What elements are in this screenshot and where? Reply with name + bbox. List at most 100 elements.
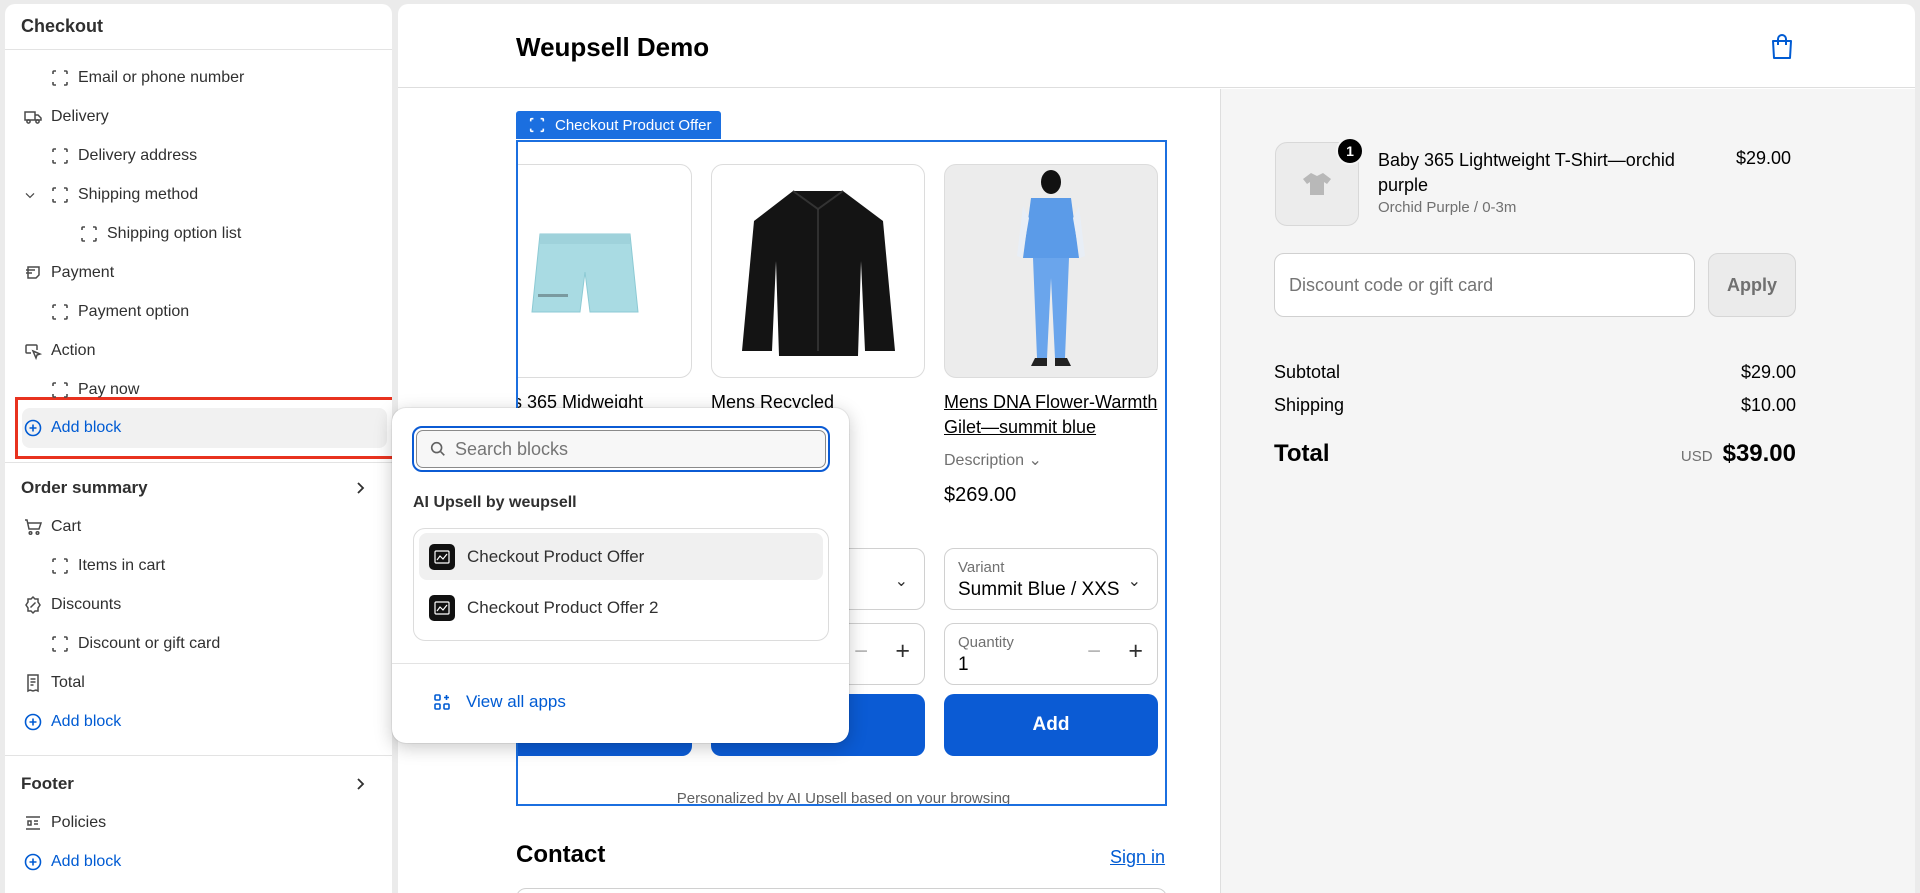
search-field[interactable]: [412, 426, 830, 472]
cart-item-variant: Orchid Purple / 0-3m: [1378, 199, 1517, 216]
plus-circle-icon: [23, 852, 43, 872]
shipping-row: Shipping $10.00: [1274, 395, 1796, 416]
payment-icon: [23, 263, 43, 283]
cart-item-price: $29.00: [1736, 148, 1792, 168]
shorts-image: [531, 233, 639, 313]
description-label: Description: [944, 452, 1025, 469]
footer-section[interactable]: Footer: [5, 766, 392, 802]
discount-code-input[interactable]: [1274, 253, 1695, 317]
option-label: Checkout Product Offer: [467, 546, 645, 566]
block-icon: [50, 68, 70, 88]
add-block-label: Add block: [51, 713, 122, 730]
sign-in-link[interactable]: Sign in: [1110, 847, 1165, 868]
personalized-prefix: Personalized by: [676, 790, 784, 806]
ai-upsell-link[interactable]: AI Upsell: [787, 790, 847, 804]
section-title: Footer: [21, 774, 74, 793]
chevron-down-icon: ⌄: [1127, 573, 1141, 590]
sidebar-item-label: Shipping method: [78, 186, 199, 203]
sidebar-item-delivery-address[interactable]: Delivery address: [5, 138, 392, 174]
cursor-click-icon: [23, 341, 43, 361]
sidebar-item-label: Total: [51, 674, 85, 691]
variant-value: Summit Blue / XXS: [958, 579, 1120, 600]
product-image-shorts[interactable]: [518, 164, 692, 378]
sidebar-item-items-in-cart[interactable]: Items in cart: [5, 548, 392, 584]
add-button[interactable]: Add: [944, 694, 1158, 756]
product-name[interactable]: Mens DNA Flower-Warmth Gilet—summit blue: [944, 390, 1158, 440]
view-all-apps-label: View all apps: [466, 692, 566, 711]
receipt-icon: [23, 673, 43, 693]
contact-input[interactable]: [516, 888, 1167, 893]
sidebar-item-pay-now[interactable]: Pay now: [5, 372, 392, 408]
apply-button[interactable]: Apply: [1708, 253, 1796, 317]
chevron-right-icon: [350, 478, 370, 498]
product-card[interactable]: Mens Recycled p: [711, 164, 925, 440]
divider: [5, 462, 392, 463]
product-image-jacket[interactable]: [711, 164, 925, 378]
sidebar-title: Checkout: [5, 4, 392, 50]
minus-icon[interactable]: −: [1087, 638, 1101, 666]
sidebar-item-action[interactable]: Action: [5, 333, 392, 369]
add-block-button[interactable]: Add block: [5, 410, 392, 446]
sidebar-item-label: Pay now: [78, 381, 140, 398]
variant-select[interactable]: Variant Summit Blue / XXS ⌄: [944, 548, 1158, 610]
sidebar-item-discounts[interactable]: Discounts: [5, 587, 392, 623]
block-icon: [50, 634, 70, 654]
search-blocks-input[interactable]: [455, 438, 795, 460]
quantity-value[interactable]: 1: [958, 654, 969, 676]
gilet-model-image: [1017, 170, 1085, 366]
app-block-list: Checkout Product Offer Checkout Product …: [413, 528, 829, 641]
minus-icon[interactable]: −: [854, 638, 868, 666]
block-option-checkout-product-offer-2[interactable]: Checkout Product Offer 2: [419, 584, 823, 631]
personalized-note: Personalized by AI Upsell based on your …: [518, 790, 1165, 806]
plus-icon[interactable]: +: [895, 637, 910, 666]
personalized-suffix: based on your browsing: [851, 790, 1011, 806]
sidebar-item-delivery[interactable]: Delivery: [5, 99, 392, 135]
block-option-checkout-product-offer[interactable]: Checkout Product Offer: [419, 533, 823, 580]
sidebar-item-payment-option[interactable]: Payment option: [5, 294, 392, 330]
shopping-bag-icon[interactable]: [1767, 32, 1797, 62]
chevron-down-icon: ⌄: [894, 573, 908, 590]
store-name: Weupsell Demo: [516, 32, 710, 62]
add-block-button[interactable]: Add block: [5, 704, 392, 740]
chevron-down-icon: ⌄: [1028, 452, 1042, 469]
store-header: Weupsell Demo: [398, 4, 1915, 88]
quantity-stepper[interactable]: Quantity 1 − +: [944, 623, 1158, 685]
checkout-product-offer-tag[interactable]: Checkout Product Offer: [516, 111, 722, 139]
subtotal-label: Subtotal: [1274, 362, 1341, 382]
app-group-heading: AI Upsell by weupsell: [413, 494, 577, 511]
description-toggle[interactable]: Description ⌄: [944, 450, 1158, 470]
product-card[interactable]: Mens DNA Flower-Warmth Gilet—summit blue…: [944, 164, 1158, 507]
sidebar-item-shipping-option-list[interactable]: Shipping option list: [5, 216, 392, 252]
ai-upsell-app-icon: [429, 543, 455, 570]
apps-icon: [434, 694, 450, 710]
truck-icon: [23, 107, 43, 127]
cart-icon: [23, 517, 43, 537]
sidebar-item-cart[interactable]: Cart: [5, 509, 392, 545]
divider: [392, 663, 849, 664]
plus-icon[interactable]: +: [1128, 637, 1143, 666]
variant-label: Variant: [958, 559, 1005, 576]
sidebar-item-shipping-method[interactable]: Shipping method: [5, 177, 392, 213]
order-summary-section[interactable]: Order summary: [5, 470, 392, 506]
sidebar-item-email[interactable]: Email or phone number: [5, 60, 392, 96]
view-all-apps-link[interactable]: View all apps: [432, 692, 566, 712]
block-icon: [50, 302, 70, 322]
sidebar-item-discount-or-gift-card[interactable]: Discount or gift card: [5, 626, 392, 662]
total-currency: USD: [1680, 448, 1713, 465]
sidebar-item-payment[interactable]: Payment: [5, 255, 392, 291]
add-block-label: Add block: [51, 419, 122, 436]
add-block-button[interactable]: Add block: [5, 844, 392, 880]
add-block-label: Add block: [51, 853, 122, 870]
divider: [5, 755, 392, 756]
section-title: Order summary: [21, 478, 148, 497]
total-label: Total: [1274, 440, 1330, 467]
chevron-down-icon[interactable]: [22, 185, 38, 205]
sidebar-item-total[interactable]: Total: [5, 665, 392, 701]
product-card[interactable]: Mens 365 Midweight: [518, 164, 692, 415]
cart-item-name: Baby 365 Lightweight T-Shirt—orchid purp…: [1378, 150, 1675, 195]
sidebar-item-label: Policies: [51, 814, 107, 831]
sidebar-item-policies[interactable]: Policies: [5, 805, 392, 841]
sidebar-item-label: Payment option: [78, 303, 190, 320]
product-image-gilet[interactable]: [944, 164, 1158, 378]
subtotal-row: Subtotal $29.00: [1274, 362, 1796, 383]
